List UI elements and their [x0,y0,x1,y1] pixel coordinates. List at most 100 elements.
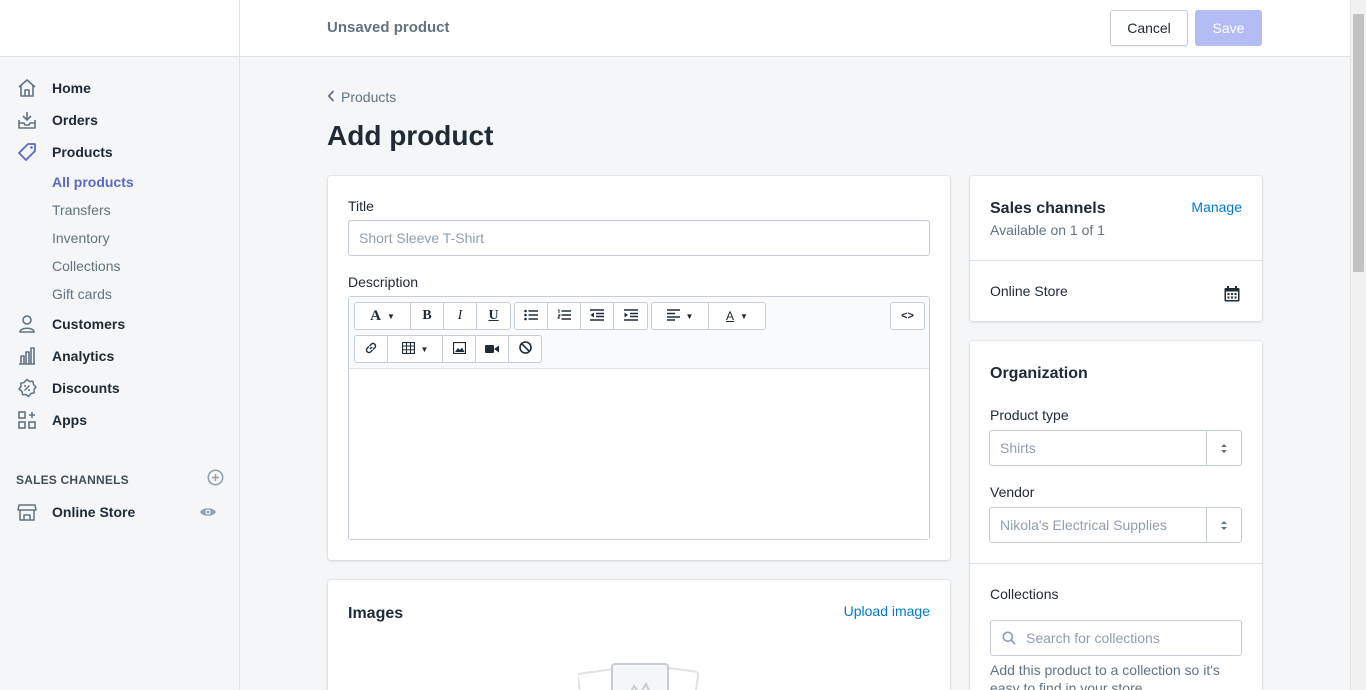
chevron-left-icon [327,89,335,105]
align-color-group: ▼ A ▼ [651,302,766,330]
nav-item-apps[interactable]: Apps [0,404,239,436]
list-group [514,302,648,330]
bullet-list-button[interactable] [515,303,548,329]
outdent-icon [590,308,604,324]
editor-body[interactable] [349,369,929,539]
breadcrumb-label: Products [341,89,397,105]
unsaved-status: Unsaved product [327,19,450,36]
bar-chart-icon [16,345,38,367]
caret-down-icon: ▼ [386,311,395,321]
text-color-button[interactable]: A ▼ [709,303,765,329]
clear-format-icon [518,341,532,357]
availability-text: Available on 1 of 1 [990,222,1105,238]
sub-item-collections[interactable]: Collections [0,252,239,280]
title-placeholder: Short Sleeve T-Shirt [359,230,485,246]
numbered-list-button[interactable] [548,303,581,329]
image-placeholder-icon [576,662,700,690]
nav-item-products[interactable]: Products [0,136,239,168]
home-icon [16,77,38,99]
nav-label: Home [52,80,91,96]
indent-button[interactable] [614,303,647,329]
select-arrows-icon [1206,431,1241,465]
nav-item-home[interactable]: Home [0,72,239,104]
nav-item-analytics[interactable]: Analytics [0,340,239,372]
underline-button[interactable]: U [477,303,510,329]
html-view-button[interactable]: <> [891,303,924,329]
html-group: <> [890,302,925,330]
insert-link-button[interactable] [355,336,388,362]
eye-icon[interactable] [199,504,217,525]
calendar-icon[interactable] [1224,286,1240,307]
title-input[interactable]: Short Sleeve T-Shirt [348,220,930,256]
page-title: Add product [327,120,494,151]
person-icon [16,313,38,335]
font-style-button[interactable]: A ▼ [355,303,411,329]
nav-label: Products [52,144,113,160]
bold-button[interactable]: B [411,303,444,329]
align-left-icon [666,308,680,324]
main-nav: Home Orders Products All products Transf… [0,72,239,436]
italic-button[interactable]: I [444,303,477,329]
vendor-select[interactable]: Nikola's Electrical Supplies [989,507,1242,543]
align-button[interactable]: ▼ [652,303,709,329]
nav-label: Customers [52,316,126,332]
collections-label: Collections [990,586,1059,602]
nav-label: Discounts [52,380,120,396]
add-channel-icon[interactable] [207,469,224,491]
divider [970,260,1262,261]
sales-channels-card: Sales channels Manage Available on 1 of … [970,176,1262,321]
sub-item-inventory[interactable]: Inventory [0,224,239,252]
sub-item-transfers[interactable]: Transfers [0,196,239,224]
vendor-label: Vendor [990,484,1035,500]
product-type-select[interactable]: Shirts [989,430,1242,466]
scrollbar[interactable] [1350,0,1366,690]
collections-placeholder: Search for collections [1026,630,1160,646]
orders-icon [16,109,38,131]
table-icon [401,341,415,357]
sales-channels-heading: SALES CHANNELS [16,468,224,492]
insert-video-button[interactable] [476,336,509,362]
collections-search-input[interactable]: Search for collections [990,620,1242,656]
sales-channels-title: SALES CHANNELS [16,473,129,487]
link-icon [364,341,378,358]
images-title: Images [348,605,404,622]
nav-label: Analytics [52,348,115,364]
insert-table-button[interactable]: ▼ [388,336,443,362]
select-arrows-icon [1206,508,1241,542]
product-type-value: Shirts [1000,440,1036,456]
manage-link[interactable]: Manage [1191,199,1242,215]
tag-icon [16,141,38,163]
text-format-group: A ▼ B I U [354,302,511,330]
apps-icon [16,409,38,431]
description-label: Description [348,274,419,290]
outdent-button[interactable] [581,303,614,329]
caret-down-icon: ▼ [685,311,694,321]
upload-image-link[interactable]: Upload image [844,603,930,619]
scrollbar-thumb[interactable] [1353,14,1364,272]
save-button[interactable]: Save [1195,10,1262,46]
sub-item-gift-cards[interactable]: Gift cards [0,280,239,308]
nav-item-online-store-wrap: Online Store [0,496,239,528]
sidebar: Home Orders Products All products Transf… [0,0,240,690]
nav-item-discounts[interactable]: Discounts [0,372,239,404]
text-color-icon: A [726,309,735,323]
nav-label: Apps [52,412,87,428]
sales-channels-card-title: Sales channels [990,200,1106,217]
breadcrumb[interactable]: Products [327,89,396,105]
insert-group: ▼ [354,335,542,363]
sub-item-all-products[interactable]: All products [0,168,239,196]
top-bar: Unsaved product Cancel Save [240,0,1350,57]
images-card: Images Upload image [328,580,950,690]
collections-help-text: Add this product to a collection so it's… [990,662,1220,690]
underline-icon: U [488,308,499,323]
insert-image-button[interactable] [443,336,476,362]
video-icon [485,341,499,357]
product-details-card: Title Short Sleeve T-Shirt Description A… [328,176,950,560]
discount-icon [16,377,38,399]
clear-format-button[interactable] [509,336,541,362]
nav-item-orders[interactable]: Orders [0,104,239,136]
organization-card: Organization Product type Shirts Vendor … [970,341,1262,690]
search-icon [1002,631,1016,650]
cancel-button[interactable]: Cancel [1110,10,1188,46]
nav-item-customers[interactable]: Customers [0,308,239,340]
